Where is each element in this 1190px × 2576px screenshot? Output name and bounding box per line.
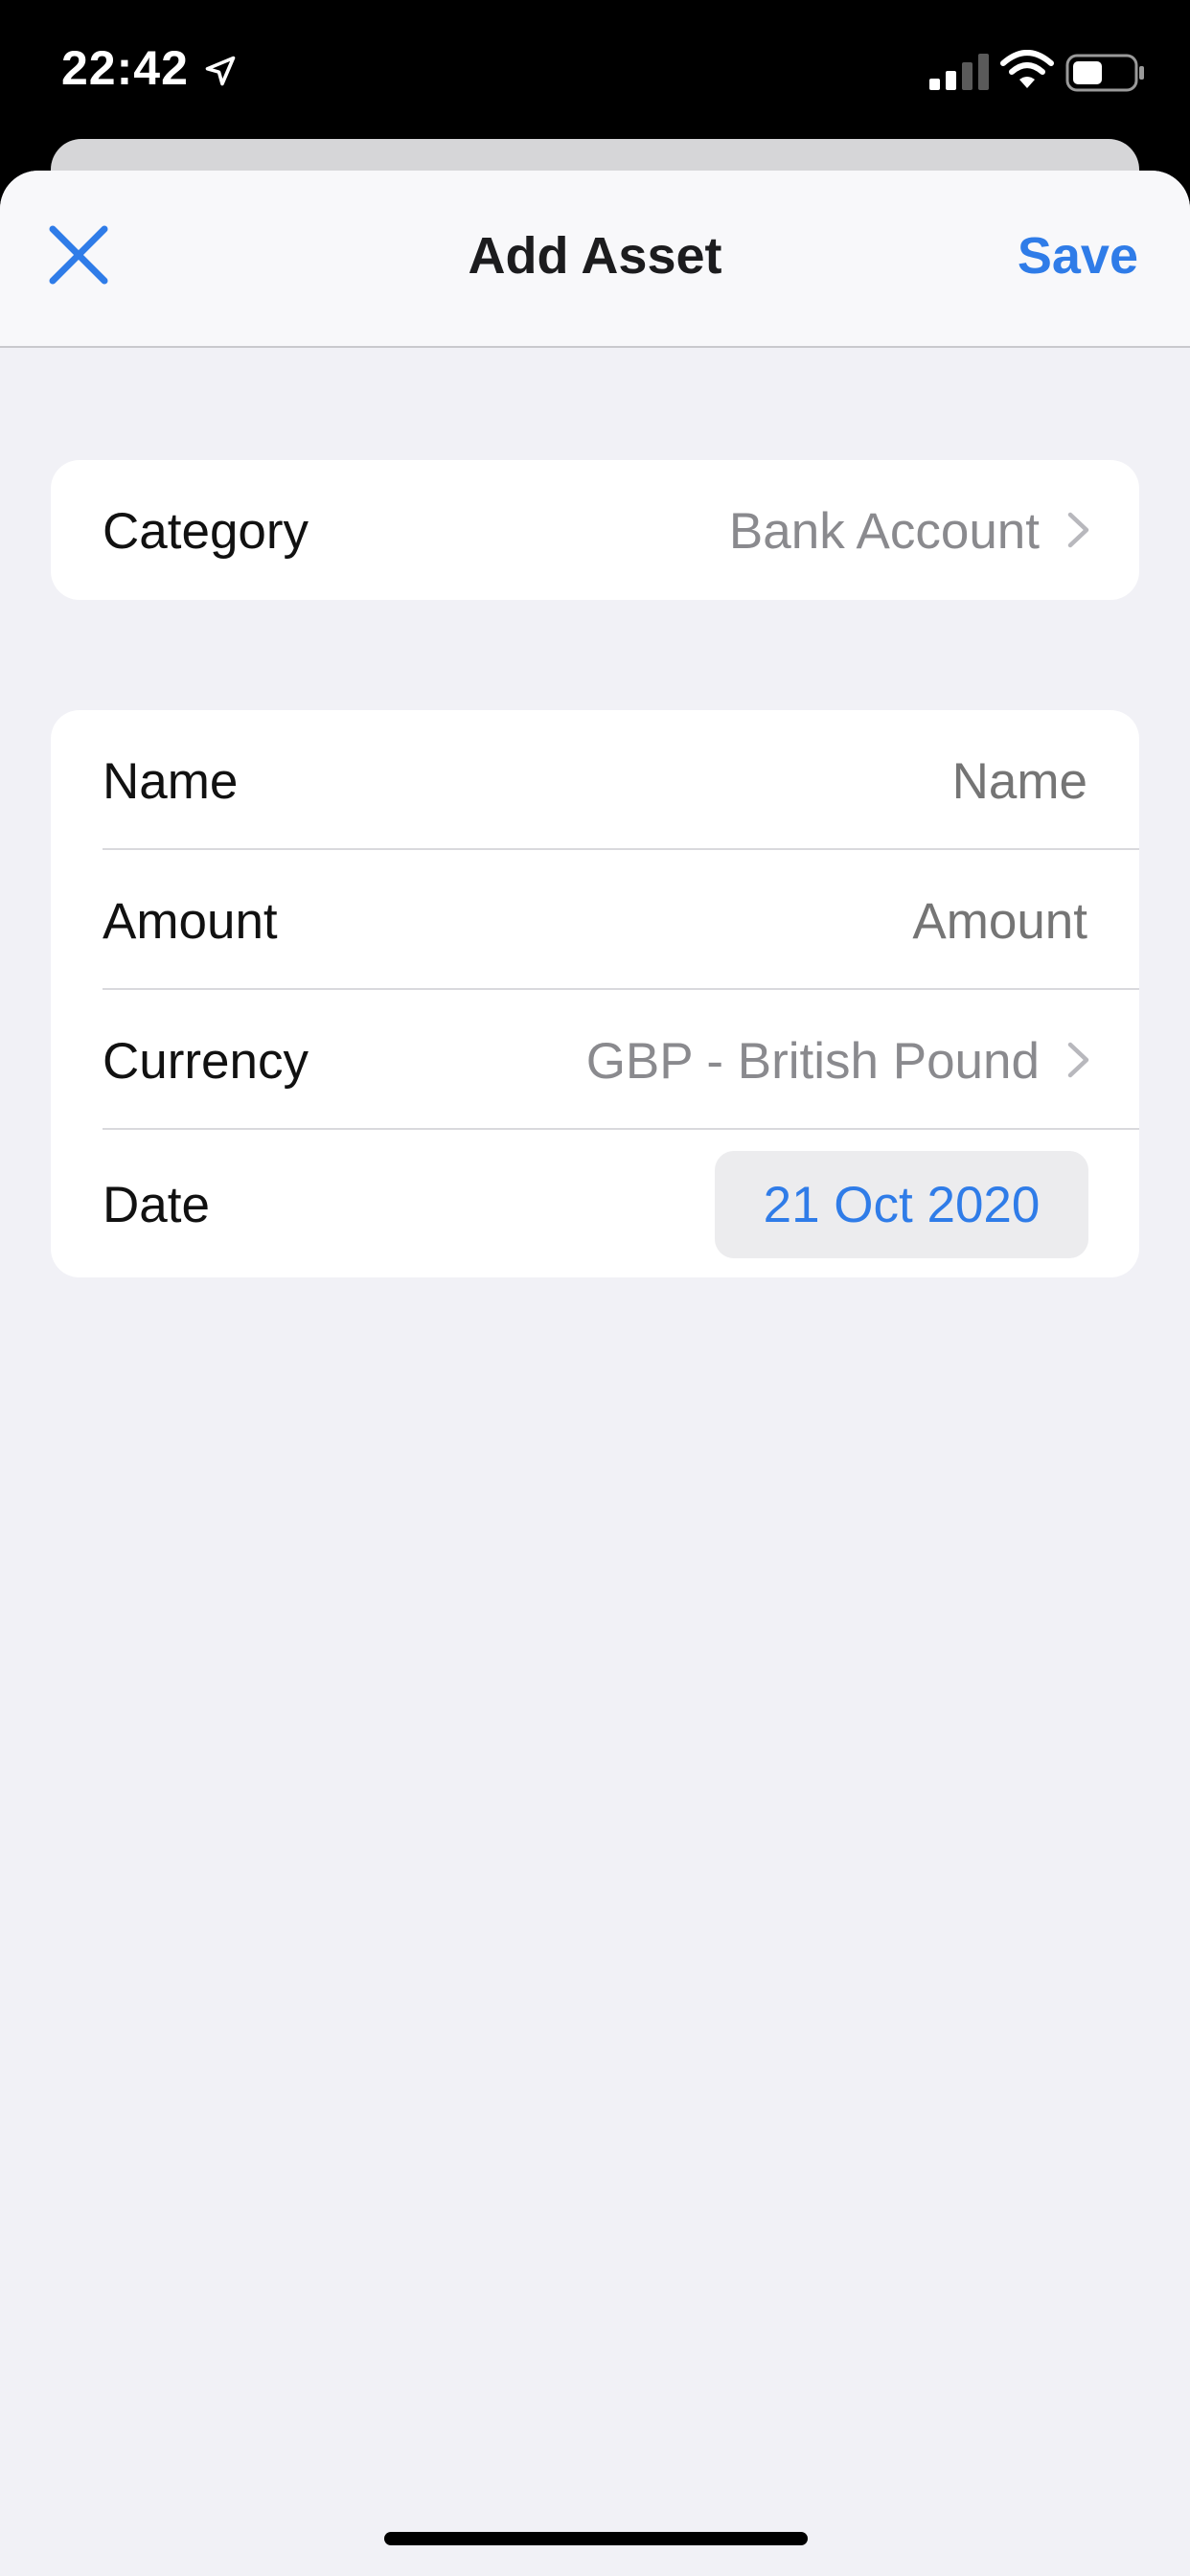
name-row: Name xyxy=(51,710,1139,850)
name-field[interactable] xyxy=(589,752,1087,811)
currency-row[interactable]: Currency GBP - British Pound xyxy=(51,990,1139,1130)
home-indicator xyxy=(384,2532,808,2545)
currency-label: Currency xyxy=(103,1033,309,1090)
wifi-icon xyxy=(1000,50,1054,88)
page-title: Add Asset xyxy=(468,227,722,285)
category-label: Category xyxy=(103,503,309,560)
location-arrow-icon xyxy=(205,56,236,86)
currency-value: GBP - British Pound xyxy=(585,1033,1040,1090)
cellular-signal-icon xyxy=(929,54,989,90)
add-asset-sheet: Add Asset Save Category Bank Account Nam… xyxy=(0,171,1190,2576)
category-value: Bank Account xyxy=(728,503,1040,560)
status-bar: 22:42 xyxy=(0,0,1190,144)
amount-field[interactable] xyxy=(589,892,1087,951)
category-row[interactable]: Category Bank Account xyxy=(51,460,1139,600)
chevron-right-icon xyxy=(1067,512,1089,548)
status-time: 22:42 xyxy=(61,41,189,95)
battery-icon xyxy=(1065,54,1144,92)
chevron-right-icon xyxy=(1067,1042,1089,1078)
save-button[interactable]: Save xyxy=(1018,226,1138,286)
amount-label: Amount xyxy=(103,893,278,950)
amount-row: Amount xyxy=(51,850,1139,990)
details-section: Name Amount Currency GBP - British Pound xyxy=(51,710,1139,1277)
date-picker-button[interactable]: 21 Oct 2020 xyxy=(715,1151,1088,1258)
date-label: Date xyxy=(103,1177,210,1233)
date-row: Date 21 Oct 2020 xyxy=(51,1130,1139,1277)
category-section: Category Bank Account xyxy=(51,460,1139,600)
name-label: Name xyxy=(103,753,239,810)
screen: 22:42 Add Asset Save Category Bank Accou… xyxy=(0,0,1190,2576)
navigation-bar: Add Asset Save xyxy=(0,171,1190,348)
